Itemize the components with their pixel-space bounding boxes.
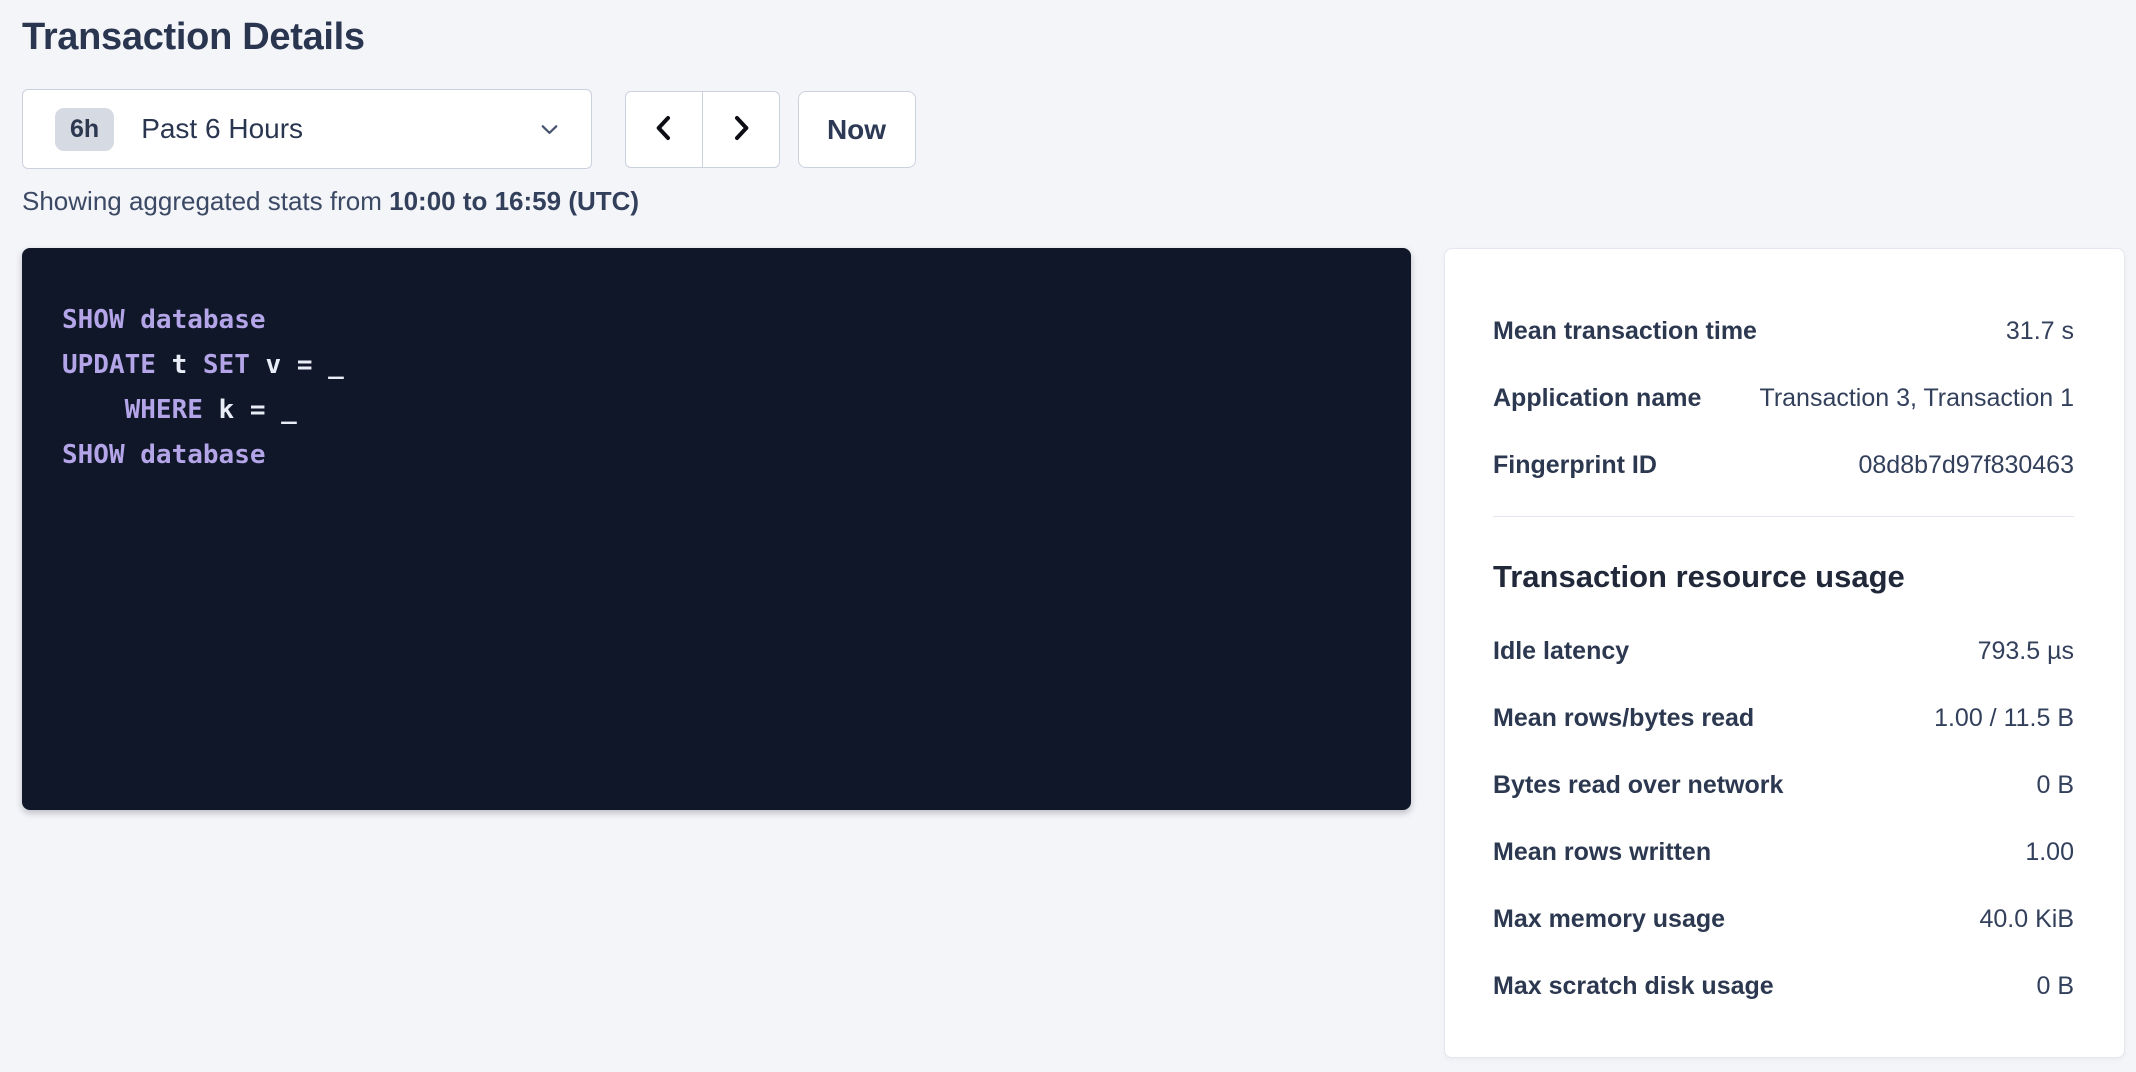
sql-placeholder: = _	[297, 350, 344, 380]
sql-indent	[62, 395, 125, 425]
chevron-left-icon	[648, 112, 680, 147]
resource-value: 0 B	[2036, 769, 2074, 801]
sql-line: SHOW database	[62, 433, 1371, 478]
resource-label: Bytes read over network	[1493, 769, 1803, 801]
next-range-button[interactable]	[702, 91, 780, 168]
resource-value: 0 B	[2036, 970, 2074, 1002]
prev-range-button[interactable]	[625, 91, 703, 168]
summary-row-application-name: Application name Transaction 3, Transact…	[1493, 382, 2074, 414]
time-range-label: Past 6 Hours	[141, 113, 536, 145]
page-title: Transaction Details	[22, 16, 2136, 59]
resource-row-max-scratch-disk-usage: Max scratch disk usage 0 B	[1493, 970, 2074, 1002]
sql-keyword: SHOW	[62, 305, 140, 335]
summary-value: Transaction 3, Transaction 1	[1759, 382, 2074, 414]
resource-row-idle-latency: Idle latency 793.5 µs	[1493, 635, 2074, 667]
sql-keyword: UPDATE	[62, 350, 172, 380]
sql-keyword: SHOW	[62, 440, 140, 470]
resource-row-mean-rows-bytes-read: Mean rows/bytes read 1.00 / 11.5 B	[1493, 702, 2074, 734]
sql-line: UPDATE t SET v = _	[62, 343, 1371, 388]
transaction-details-page: Transaction Details 6h Past 6 Hours Now …	[0, 0, 2136, 1072]
sql-identifier: t	[172, 350, 203, 380]
aggregation-range-value: 10:00 to 16:59 (UTC)	[389, 186, 639, 216]
resource-label: Idle latency	[1493, 635, 1649, 667]
resource-value: 793.5 µs	[1978, 635, 2074, 667]
resource-label: Mean rows written	[1493, 836, 1731, 868]
now-button[interactable]: Now	[798, 91, 916, 168]
resource-value: 40.0 KiB	[1979, 903, 2074, 935]
time-range-badge: 6h	[55, 108, 114, 151]
sql-keyword: database	[140, 440, 265, 470]
main-content: SHOW database UPDATE t SET v = _ WHERE k…	[22, 248, 2136, 1058]
summary-value: 08d8b7d97f830463	[1858, 449, 2074, 481]
sql-keyword: database	[140, 305, 265, 335]
sql-keyword: SET	[203, 350, 266, 380]
sql-identifier: v	[266, 350, 297, 380]
transaction-summary-card: Mean transaction time 31.7 s Application…	[1444, 248, 2125, 1058]
resource-value: 1.00 / 11.5 B	[1934, 702, 2074, 734]
aggregation-range-text: Showing aggregated stats from 10:00 to 1…	[22, 186, 2136, 217]
chevron-right-icon	[725, 112, 757, 147]
resource-usage-heading: Transaction resource usage	[1493, 559, 2074, 595]
time-toolbar: 6h Past 6 Hours Now	[22, 89, 2136, 169]
resource-row-mean-rows-written: Mean rows written 1.00	[1493, 836, 2074, 868]
aggregation-range-prefix: Showing aggregated stats from	[22, 186, 389, 216]
chevron-down-icon	[536, 116, 563, 146]
resource-row-bytes-read-over-network: Bytes read over network 0 B	[1493, 769, 2074, 801]
sql-placeholder: k = _	[219, 395, 297, 425]
time-range-select[interactable]: 6h Past 6 Hours	[22, 89, 592, 169]
summary-label: Application name	[1493, 382, 1721, 414]
sql-keyword: WHERE	[125, 395, 219, 425]
summary-label: Mean transaction time	[1493, 315, 1777, 347]
time-range-stepper	[625, 89, 780, 169]
resource-label: Mean rows/bytes read	[1493, 702, 1774, 734]
sql-statements-box: SHOW database UPDATE t SET v = _ WHERE k…	[22, 248, 1411, 810]
sql-line: WHERE k = _	[62, 388, 1371, 433]
sql-line: SHOW database	[62, 298, 1371, 343]
card-divider	[1493, 516, 2074, 517]
resource-label: Max memory usage	[1493, 903, 1745, 935]
resource-label: Max scratch disk usage	[1493, 970, 1794, 1002]
summary-value: 31.7 s	[2006, 315, 2074, 347]
summary-row-mean-transaction-time: Mean transaction time 31.7 s	[1493, 315, 2074, 347]
resource-value: 1.00	[2025, 836, 2074, 868]
summary-label: Fingerprint ID	[1493, 449, 1677, 481]
resource-row-max-memory-usage: Max memory usage 40.0 KiB	[1493, 903, 2074, 935]
summary-row-fingerprint-id: Fingerprint ID 08d8b7d97f830463	[1493, 449, 2074, 481]
